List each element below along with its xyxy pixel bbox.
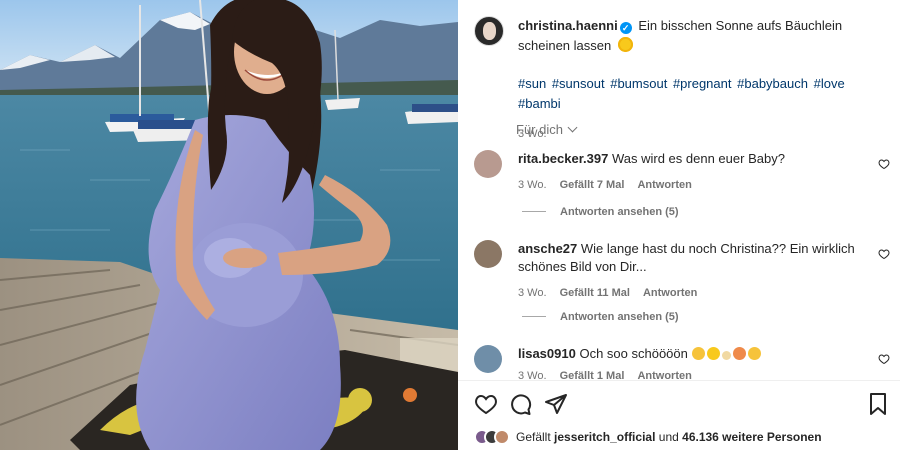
likes-text: Gefällt jesseritch_official und 46.136 w…: [516, 430, 822, 444]
view-replies-button[interactable]: Antworten ansehen (5): [522, 311, 679, 323]
bookmark-icon[interactable]: [866, 392, 890, 416]
emoji-heart-eyes: [691, 347, 705, 360]
likes-middle: und: [658, 430, 679, 444]
comment-item: lisas0910 Och soo schöööön 3 Wo. Gefällt…: [474, 345, 890, 385]
comment-filter-dropdown[interactable]: Für dich: [516, 122, 578, 137]
comment-body: rita.becker.397 Was wird es denn euer Ba…: [518, 150, 890, 194]
comment-meta: 3 Wo. Gefällt 7 Mal Antworten: [518, 176, 890, 194]
comment-text: Was wird es denn euer Baby?: [611, 151, 785, 166]
photo-scene: [0, 0, 458, 450]
liker-username[interactable]: jesseritch_official: [554, 430, 655, 444]
comment-item: ansche27 Wie lange hast du noch Christin…: [474, 240, 890, 302]
replies-divider: [522, 316, 546, 317]
hashtag-link[interactable]: #bambi: [518, 96, 561, 111]
verified-badge-icon: ✓: [619, 22, 632, 34]
post-side-panel: christina.haenni ✓ Ein bisschen Sonne auf…: [458, 0, 900, 450]
emoji-star-eyes: [732, 347, 746, 360]
emoji-small-face: [721, 351, 731, 360]
comment-username[interactable]: rita.becker.397: [518, 151, 608, 166]
hashtag-link[interactable]: #babybauch: [737, 76, 808, 91]
hashtag-link[interactable]: #sunsout: [552, 76, 605, 91]
filter-label: Für dich: [516, 122, 563, 137]
view-replies-label: Antworten ansehen (5): [560, 311, 679, 323]
liker-avatar: [494, 429, 510, 445]
comment-body: lisas0910 Och soo schöööön 3 Wo. Gefällt…: [518, 345, 890, 385]
likes-count[interactable]: 46.136 weitere Personen: [682, 430, 821, 444]
sun-emoji: [617, 37, 633, 52]
reply-button[interactable]: Antworten: [643, 287, 697, 299]
share-icon[interactable]: [544, 392, 568, 416]
actions-divider: [458, 380, 900, 381]
heart-icon[interactable]: [878, 353, 890, 365]
hashtag-link[interactable]: #pregnant: [673, 76, 732, 91]
comment-body: ansche27 Wie lange hast du noch Christin…: [518, 240, 890, 302]
reply-button[interactable]: Antworten: [637, 179, 691, 191]
comment-username[interactable]: ansche27: [518, 241, 577, 256]
comment-icon[interactable]: [508, 392, 532, 416]
sun-emoji: [706, 347, 720, 360]
post-actions-bar: [474, 392, 890, 418]
hashtag-list: #sun #sunsout #bumsout #pregnant #babyba…: [518, 74, 886, 114]
comment-time[interactable]: 3 Wo.: [518, 179, 547, 191]
comment-username[interactable]: lisas0910: [518, 346, 576, 361]
hashtag-link[interactable]: #sun: [518, 76, 546, 91]
emoji-smile: [747, 347, 761, 360]
comment-likes[interactable]: Gefällt 7 Mal: [560, 179, 625, 191]
view-replies-button[interactable]: Antworten ansehen (5): [522, 206, 679, 218]
comment-time[interactable]: 3 Wo.: [518, 287, 547, 299]
comment-meta: 3 Wo. Gefällt 1 Mal Antworten: [518, 367, 890, 385]
avatar[interactable]: [474, 16, 504, 46]
heart-icon[interactable]: [878, 158, 890, 170]
comment-item: rita.becker.397 Was wird es denn euer Ba…: [474, 150, 890, 194]
likes-prefix: Gefällt: [516, 430, 551, 444]
avatar[interactable]: [474, 345, 502, 373]
avatar[interactable]: [474, 240, 502, 268]
chevron-down-icon: [567, 122, 578, 133]
view-replies-label: Antworten ansehen (5): [560, 206, 679, 218]
heart-icon[interactable]: [878, 248, 890, 260]
comment-meta: 3 Wo. Gefällt 11 Mal Antworten: [518, 284, 890, 302]
hashtag-link[interactable]: #bumsout: [610, 76, 667, 91]
hashtag-link[interactable]: #love: [814, 76, 845, 91]
comment-text: Och soo schöööön: [579, 346, 688, 361]
replies-divider: [522, 211, 546, 212]
author-username[interactable]: christina.haenni: [518, 18, 618, 33]
post-photo[interactable]: [0, 0, 458, 450]
likes-summary[interactable]: Gefällt jesseritch_official und 46.136 w…: [474, 429, 822, 445]
avatar[interactable]: [474, 150, 502, 178]
comment-likes[interactable]: Gefällt 11 Mal: [560, 287, 630, 299]
heart-icon[interactable]: [474, 392, 498, 416]
